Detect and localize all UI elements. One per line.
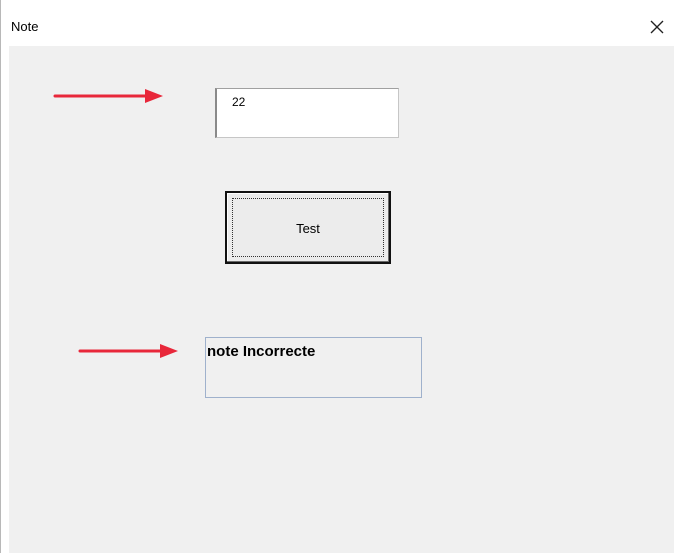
- window-title: Note: [11, 19, 39, 34]
- test-button[interactable]: Test: [225, 191, 391, 264]
- result-label: note Incorrecte: [207, 343, 316, 360]
- close-button[interactable]: [639, 10, 674, 44]
- red-arrow-icon: [78, 344, 178, 358]
- note-window: Note 22 Test note Incorrecte: [0, 0, 674, 553]
- note-input-value: 22: [232, 95, 246, 109]
- title-bar: Note: [1, 0, 674, 46]
- note-input[interactable]: 22: [215, 88, 399, 138]
- red-arrow-icon: [53, 89, 163, 103]
- test-button-label: Test: [296, 221, 320, 236]
- close-icon: [650, 20, 664, 34]
- result-label-box: note Incorrecte: [205, 337, 422, 398]
